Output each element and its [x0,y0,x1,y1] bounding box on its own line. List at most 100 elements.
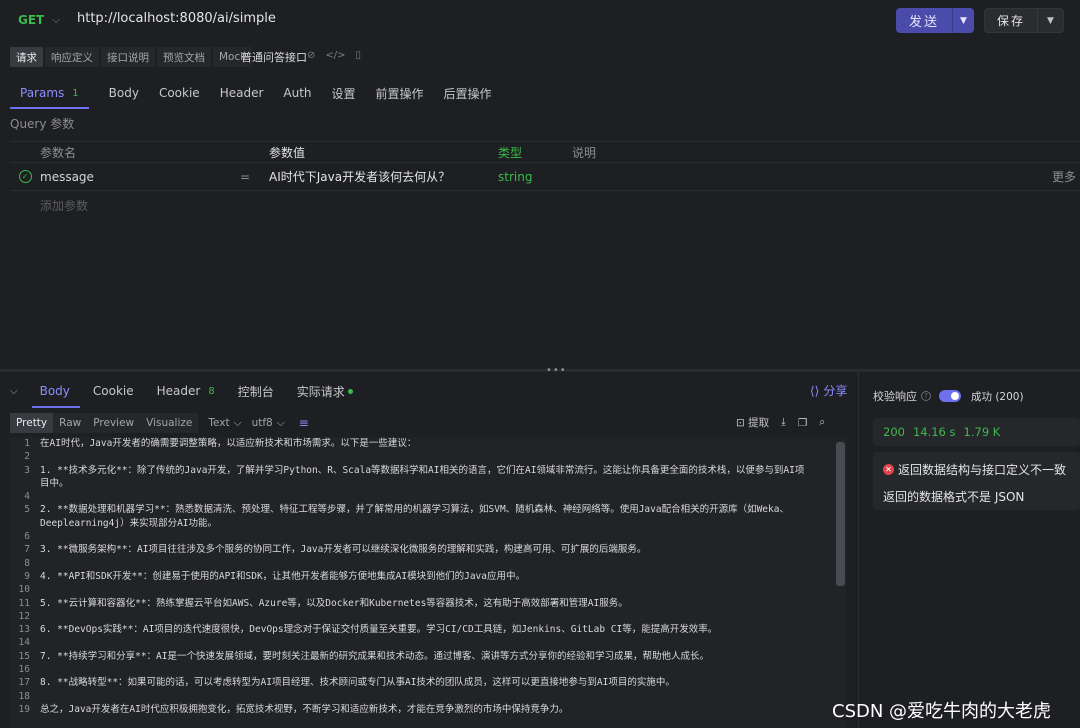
line-text: 4. **API和SDK开发**：创建易于使用的API和SDK，让其他开发者能够… [40,570,525,582]
save-dropdown-chevron-icon[interactable]: ▼ [1037,9,1063,32]
resp-tab-header-badge: 8 [208,385,215,397]
encoding-value: utf8 [251,417,273,429]
tab-settings[interactable]: 设置 [332,82,356,104]
send-button[interactable]: 发送 [896,8,952,33]
resp-tab-cookie[interactable]: Cookie [93,380,134,402]
code-line: 8 [10,557,846,570]
method-select[interactable]: GET ⌵ [8,9,68,31]
response-body-viewer[interactable]: 1 在AI时代，Java开发者的确需要调整策略，以适应新技术和市场需求。以下是一些… [10,437,846,728]
validate-toggle[interactable] [939,390,961,402]
tab-header[interactable]: Header [220,82,264,104]
download-icon[interactable]: ⤓ [781,416,786,429]
line-number: 7 [24,544,30,556]
validate-response-row: 校验响应 ? 成功 (200) [873,388,1024,404]
resp-tab-header[interactable]: Header 8 [157,380,215,402]
line-number: 5 [24,504,30,516]
doc-tab-api-desc[interactable]: 接口说明 [101,47,155,67]
response-time: 14.16 s [912,425,956,439]
help-icon[interactable]: ? [921,391,931,401]
extract-label: 提取 [748,417,770,429]
send-dropdown-chevron-icon[interactable]: ▼ [952,8,974,33]
code-line: 12 [10,610,846,623]
line-text: 目中。 [40,477,69,489]
param-equals: = [240,169,251,184]
format-raw[interactable]: Raw [53,413,88,433]
format-visualize[interactable]: Visualize [140,413,199,433]
share-icon: ⟨⟩ [810,383,820,398]
code-line: 目中。 [10,477,846,490]
tab-cookie[interactable]: Cookie [159,82,200,104]
tab-post-actions[interactable]: 后置操作 [444,82,492,104]
code-line: 15 7. **持续学习和分享**：AI是一个快速发展领域，要时刻关注最新的研究成… [10,650,846,663]
save-button-group: 保存 ▼ [984,8,1064,33]
validation-error-detail: 返回的数据格式不是 JSON [883,490,1025,504]
col-desc-header: 说明 [572,145,597,160]
code-line: 7 3. **微服务架构**：AI项目往往涉及多个服务的协同工作，Java开发者可… [10,543,846,556]
resp-tab-body[interactable]: Body [31,380,81,408]
line-number: 13 [18,624,30,636]
tab-params[interactable]: Params 1 [10,82,89,109]
share-label: 分享 [823,384,848,398]
code-line: 16 [10,663,846,676]
code-scrollbar[interactable] [836,442,845,586]
col-name-header: 参数名 [40,145,77,160]
tab-auth[interactable]: Auth [283,82,311,104]
url-input[interactable]: http://localhost:8080/ai/simple [77,11,276,26]
line-text: Deeplearning4j）来实现部分AI功能。 [40,517,218,529]
api-name[interactable]: 普通问答接口 [241,49,307,65]
doc-tab-request[interactable]: 请求 [10,47,43,67]
chevron-down-icon: ⌵ [233,416,242,429]
wrap-lines-icon[interactable]: ≡ [299,416,309,430]
code-line: 6 [10,530,846,543]
format-type-select[interactable]: Text ⌵ [208,417,241,430]
enabled-check-icon[interactable]: ✓ [18,170,32,183]
param-more[interactable]: 更多 [1052,168,1080,185]
code-line: 10 [10,583,846,596]
code-line: 5 2. **数据处理和机器学习**：熟悉数据清洗、预处理、特征工程等步骤，并了解… [10,503,846,516]
encoding-select[interactable]: utf8 ⌵ [252,417,285,430]
resp-tab-actual-request[interactable]: 实际请求 [297,380,353,402]
extract-button[interactable]: ⊡ 提取 [736,415,769,430]
line-text: 5. **云计算和容器化**：熟练掌握云平台如AWS、Azure等，以及Dock… [40,597,628,609]
copy-icon[interactable]: ❐ [798,417,807,429]
code-line: 1 在AI时代，Java开发者的确需要调整策略，以适应新技术和市场需求。以下是一些… [10,437,846,450]
tab-pre-actions[interactable]: 前置操作 [376,82,424,104]
status-select[interactable]: 成功 (200) [971,389,1024,404]
tab-params-badge: 1 [72,87,79,99]
save-button[interactable]: 保存 [985,9,1037,32]
chevron-down-icon: ⌵ [276,416,285,429]
query-params-title: Query 参数 [10,117,75,131]
line-number: 11 [18,597,30,609]
search-icon[interactable]: ⌕ [819,416,825,429]
line-number: 14 [18,637,30,649]
doc-tab-preview[interactable]: 预览文档 [157,47,211,67]
link-icon[interactable]: ⊘ [307,50,315,61]
format-pretty[interactable]: Pretty [10,413,54,433]
param-name[interactable]: message [40,170,240,184]
format-preview[interactable]: Preview [87,413,141,433]
validate-label: 校验响应 [873,390,917,403]
line-number: 8 [24,557,30,569]
line-number: 3 [24,464,30,476]
code-icon[interactable]: </> [325,50,345,61]
param-type[interactable]: string [498,170,572,184]
resp-tab-console[interactable]: 控制台 [238,380,274,402]
tab-body[interactable]: Body [109,82,139,104]
line-text: 3. **微服务架构**：AI项目往往涉及多个服务的协同工作，Java开发者可以… [40,544,647,556]
code-line: 9 4. **API和SDK开发**：创建易于使用的API和SDK，让其他开发者能… [10,570,846,583]
line-number: 15 [18,650,30,662]
line-text: 8. **战略转型**：如果可能的话，可以考虑转型为AI项目经理、技术顾问或专门… [40,677,675,689]
watermark: CSDN @爱吃牛肉的大老虎 [832,701,1052,722]
code-line: 4 [10,490,846,503]
format-type-value: Text [208,417,230,429]
param-value[interactable]: AI时代下Java开发者该何去何从？ [269,168,498,185]
code-line: 18 [10,690,846,703]
panel-icon[interactable]: ▯ [356,50,362,61]
collapse-chevron-icon[interactable]: ⌵ [10,386,18,397]
add-param-placeholder[interactable]: 添加参数 [10,191,1080,219]
doc-tab-response-def[interactable]: 响应定义 [45,47,99,67]
code-line: 14 [10,636,846,649]
code-line: 2 [10,450,846,463]
share-button[interactable]: ⟨⟩ 分享 [810,382,847,399]
drag-handle-icon[interactable]: ••• [546,365,567,376]
